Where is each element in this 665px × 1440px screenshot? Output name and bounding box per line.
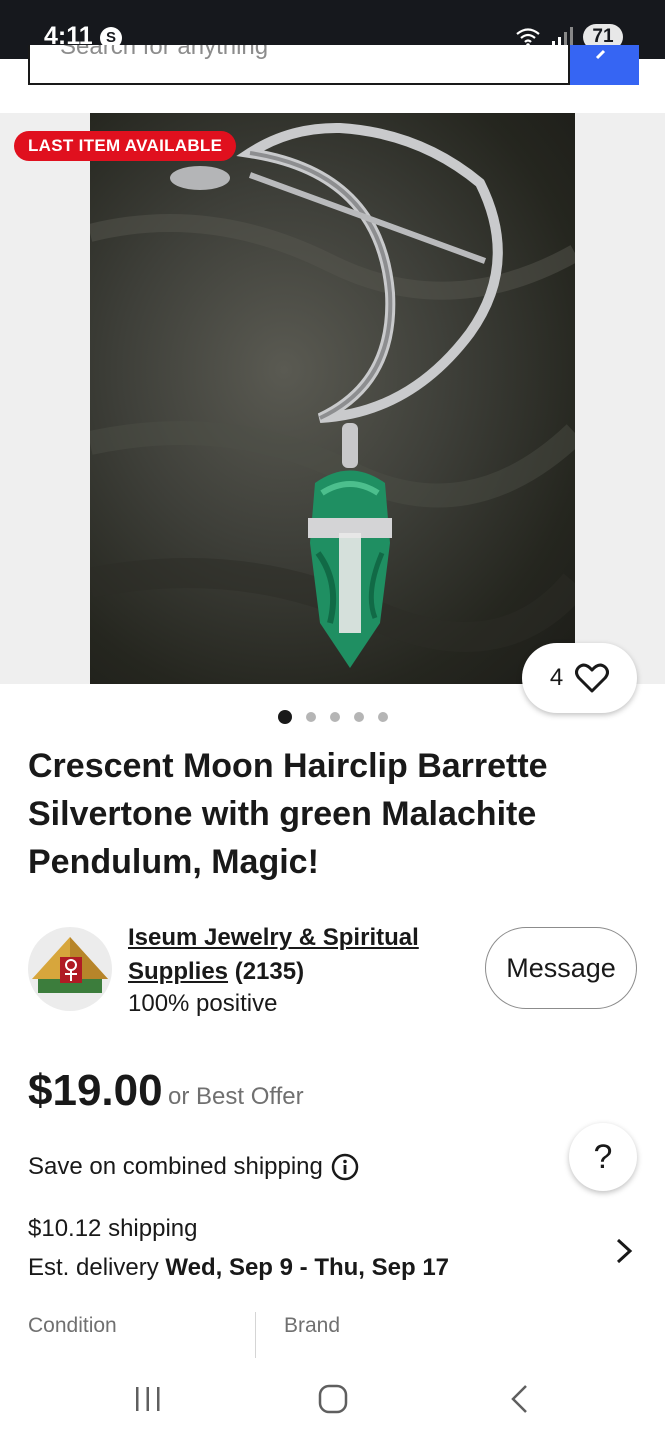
watch-count: 4 <box>549 664 564 691</box>
delivery-dates: Wed, Sep 9 - Thu, Sep 17 <box>165 1254 450 1281</box>
combined-shipping[interactable]: Save on combined shipping <box>28 1153 359 1181</box>
system-nav-bar <box>0 1358 665 1440</box>
seller-rating-count[interactable]: (2135) <box>235 958 304 985</box>
carousel-dot[interactable] <box>354 712 364 722</box>
nav-recent-icon[interactable] <box>134 1386 162 1412</box>
seller-name[interactable]: Iseum Jewelry & Spiritual Supplies (2135… <box>128 921 468 989</box>
signal-icon <box>551 27 573 47</box>
spec-brand-label: Brand <box>284 1314 341 1337</box>
image-gallery[interactable]: LAST ITEM AVAILABLE 4 <box>0 113 665 713</box>
carousel-dots <box>278 710 388 724</box>
combined-shipping-label: Save on combined shipping <box>28 1153 323 1180</box>
carousel-dot[interactable] <box>330 712 340 722</box>
search-area: Search for anything <box>0 45 665 113</box>
price: $19.00 <box>28 1066 163 1115</box>
carousel-dot[interactable] <box>306 712 316 722</box>
info-icon[interactable] <box>331 1153 359 1181</box>
seller-logo <box>32 937 108 993</box>
seller-avatar[interactable] <box>28 927 112 1011</box>
search-input[interactable]: Search for anything <box>28 45 570 85</box>
carousel-dot[interactable] <box>378 712 388 722</box>
nav-home-icon[interactable] <box>318 1384 348 1414</box>
watch-button[interactable]: 4 <box>522 643 637 713</box>
nav-back-icon[interactable] <box>508 1384 530 1414</box>
product-image[interactable] <box>90 113 575 684</box>
seller-feedback: 100% positive <box>128 990 278 1017</box>
search-placeholder: Search for anything <box>60 45 269 60</box>
spec-condition-label: Condition <box>28 1314 117 1337</box>
last-item-badge: LAST ITEM AVAILABLE <box>14 131 237 161</box>
estimated-delivery: Est. delivery Wed, Sep 9 - Thu, Sep 17 <box>28 1254 449 1282</box>
chevron-right-icon[interactable] <box>612 1236 636 1266</box>
search-button[interactable] <box>570 45 639 85</box>
delivery-prefix: Est. delivery <box>28 1254 166 1281</box>
shipping-cost: $10.12 shipping <box>28 1215 198 1242</box>
help-button[interactable]: ? <box>569 1123 637 1191</box>
best-offer-text: or Best Offer <box>168 1083 304 1110</box>
spec-divider <box>255 1312 256 1358</box>
carousel-dot-active[interactable] <box>278 710 292 724</box>
heart-icon <box>575 663 610 693</box>
listing-title: Crescent Moon Hairclip Barrette Silverto… <box>28 747 548 881</box>
message-button[interactable]: Message <box>485 927 637 1009</box>
search-icon <box>595 49 606 60</box>
pendant-illustration <box>90 122 575 668</box>
